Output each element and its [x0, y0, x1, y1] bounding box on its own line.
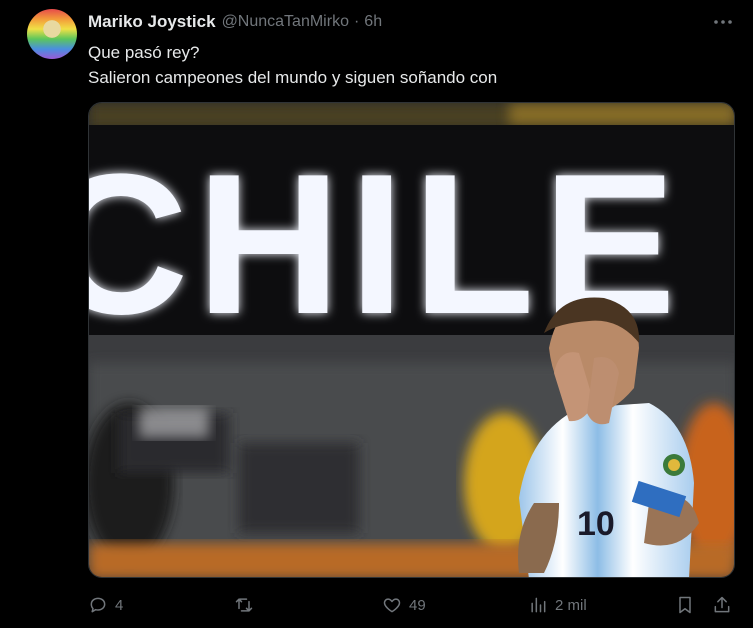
- reply-count: 4: [115, 596, 124, 614]
- retweet-icon: [235, 598, 253, 612]
- handle[interactable]: @NuncaTanMirko: [222, 13, 349, 31]
- share-button[interactable]: [712, 590, 732, 620]
- tweet-actions: 4 49 2 mil: [88, 590, 738, 620]
- tweet-text-line: Que pasó rey?: [88, 43, 200, 62]
- separator-dot: ·: [353, 13, 360, 30]
- timestamp[interactable]: 6h: [364, 13, 382, 31]
- bookmark-icon: [679, 596, 691, 614]
- tweet-header: Mariko Joystick @NuncaTanMirko · 6h: [88, 11, 382, 33]
- tweet[interactable]: Mariko Joystick @NuncaTanMirko · 6h Que …: [0, 0, 753, 628]
- more-icon[interactable]: [713, 13, 733, 31]
- jersey-number: 10: [577, 505, 615, 543]
- views-count: 2 mil: [555, 596, 587, 614]
- share-icon: [714, 596, 730, 613]
- tweet-text: Que pasó rey? Salieron campeones del mun…: [88, 40, 497, 90]
- like-button[interactable]: 49: [382, 590, 426, 620]
- display-name[interactable]: Mariko Joystick: [88, 12, 216, 32]
- reply-icon: [90, 597, 106, 613]
- tweet-text-line: Salieron campeones del mundo y siguen so…: [88, 68, 498, 87]
- views-button[interactable]: 2 mil: [528, 590, 587, 620]
- avatar[interactable]: [27, 9, 77, 59]
- tweet-media-image[interactable]: CHILE 10: [88, 102, 735, 578]
- retweet-button[interactable]: [234, 590, 254, 620]
- reply-button[interactable]: 4: [88, 590, 123, 620]
- like-count: 49: [409, 596, 426, 614]
- like-icon: [383, 598, 401, 613]
- bookmark-button[interactable]: [675, 590, 695, 620]
- views-icon: [531, 597, 546, 613]
